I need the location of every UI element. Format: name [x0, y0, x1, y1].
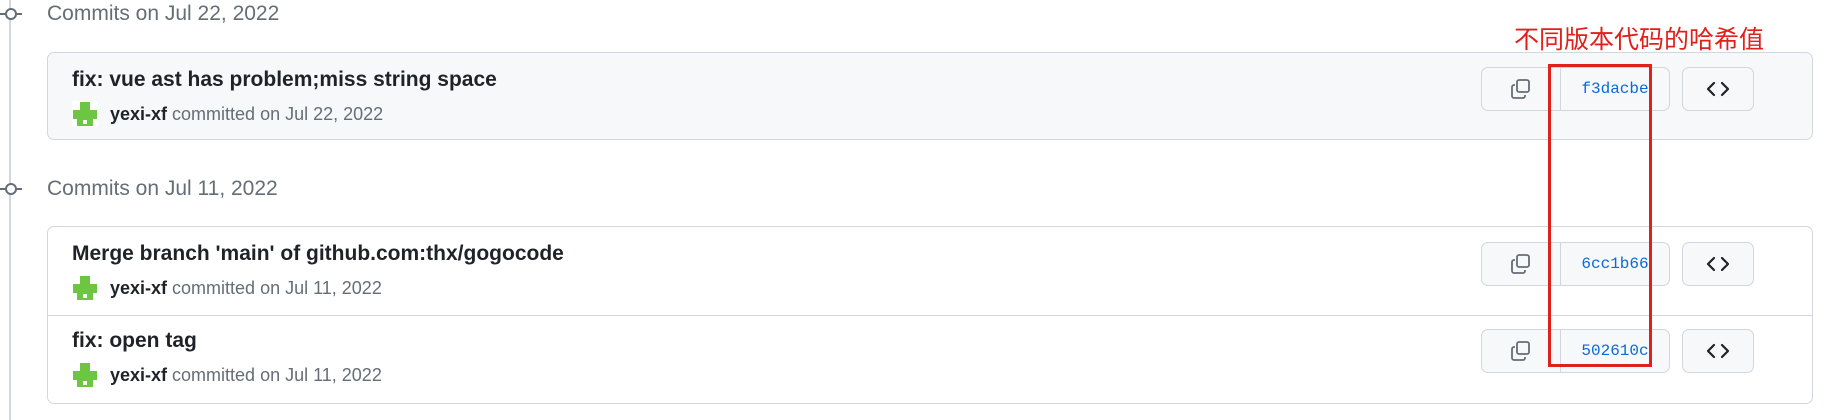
author-link[interactable]: yexi-xf [110, 104, 167, 125]
git-commit-icon [0, 178, 22, 200]
commit-sha-link[interactable]: 6cc1b66 [1561, 243, 1669, 285]
commit-actions: 502610c [1481, 329, 1670, 373]
git-commit-icon [0, 3, 22, 25]
commit-row[interactable]: Merge branch 'main' of github.com:thx/go… [48, 227, 1812, 315]
commit-sha-link[interactable]: 502610c [1561, 330, 1669, 372]
committed-date: committed on Jul 22, 2022 [172, 103, 384, 124]
code-icon [1706, 81, 1730, 97]
timeline-line [9, 0, 11, 420]
commit-list: Merge branch 'main' of github.com:thx/go… [47, 226, 1813, 404]
code-icon [1706, 343, 1730, 359]
committed-date: committed on Jul 11, 2022 [172, 364, 382, 385]
copy-icon [1511, 341, 1530, 361]
browse-repo-button[interactable] [1682, 67, 1754, 111]
browse-repo-button[interactable] [1682, 329, 1754, 373]
commit-actions: f3dacbe [1481, 67, 1670, 111]
avatar[interactable] [72, 275, 98, 301]
copy-sha-button[interactable] [1482, 68, 1561, 110]
code-icon [1706, 256, 1730, 272]
commit-meta: yexi-xf committed on Jul 11, 2022 [72, 362, 382, 388]
copy-icon [1511, 79, 1530, 99]
commit-meta: yexi-xf committed on Jul 11, 2022 [72, 275, 382, 301]
copy-sha-button[interactable] [1482, 243, 1561, 285]
commit-group-header: Commits on Jul 22, 2022 [0, 0, 279, 28]
author-link[interactable]: yexi-xf [110, 365, 167, 386]
group-title: Commits on Jul 22, 2022 [47, 2, 280, 25]
copy-icon [1511, 254, 1530, 274]
commit-message-link[interactable]: fix: vue ast has problem;miss string spa… [72, 68, 497, 92]
commit-message-link[interactable]: Merge branch 'main' of github.com:thx/go… [72, 242, 564, 266]
copy-sha-button[interactable] [1482, 330, 1561, 372]
avatar[interactable] [72, 362, 98, 388]
author-link[interactable]: yexi-xf [110, 278, 167, 299]
commit-list: fix: vue ast has problem;miss string spa… [47, 52, 1813, 140]
commit-actions: 6cc1b66 [1481, 242, 1670, 286]
commit-row[interactable]: fix: vue ast has problem;miss string spa… [48, 53, 1812, 139]
browse-repo-button[interactable] [1682, 242, 1754, 286]
group-title: Commits on Jul 11, 2022 [47, 177, 278, 200]
avatar[interactable] [72, 101, 98, 127]
commit-sha-link[interactable]: f3dacbe [1561, 68, 1669, 110]
commit-meta: yexi-xf committed on Jul 22, 2022 [72, 101, 383, 127]
commit-group-header: Commits on Jul 11, 2022 [0, 175, 278, 203]
annotation-label: 不同版本代码的哈希值 [1514, 26, 1765, 54]
commit-row[interactable]: fix: open tag yexi-xf committed on Jul 1… [48, 315, 1812, 403]
committed-date: committed on Jul 11, 2022 [172, 277, 382, 298]
commit-message-link[interactable]: fix: open tag [72, 329, 197, 353]
